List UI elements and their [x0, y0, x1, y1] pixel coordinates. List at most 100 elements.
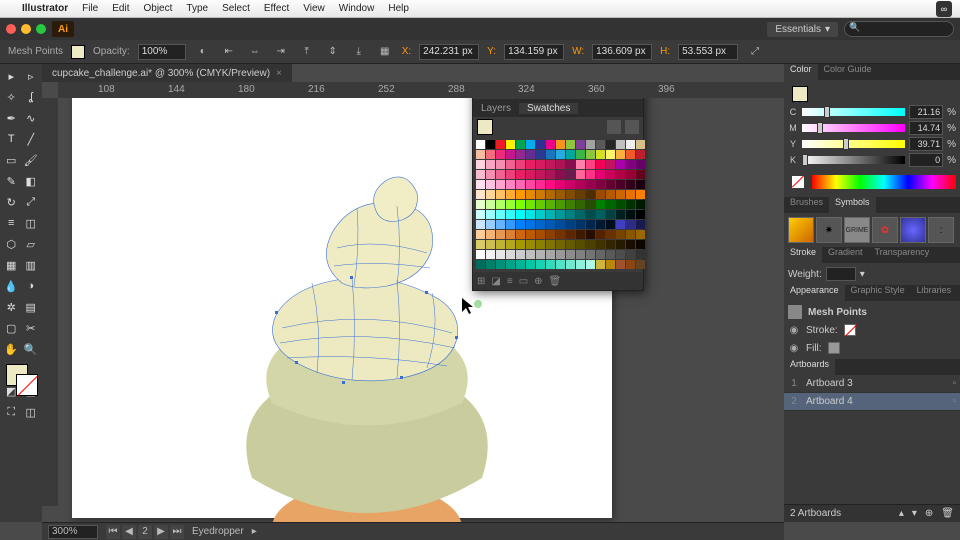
swatch-cell[interactable]: [556, 210, 565, 219]
swatch-cell[interactable]: [536, 230, 545, 239]
swatch-cell[interactable]: [516, 140, 525, 149]
swatch-cell[interactable]: [626, 150, 635, 159]
nav-page[interactable]: 2: [138, 525, 152, 539]
menu-window[interactable]: Window: [339, 3, 375, 14]
swatch-cell[interactable]: [586, 170, 595, 179]
nav-prev-icon[interactable]: ◀: [122, 525, 136, 539]
swatch-cell[interactable]: [536, 260, 545, 269]
swatch-cell[interactable]: [576, 240, 585, 249]
paintbrush-tool[interactable]: 🖌: [22, 150, 41, 170]
swatch-cell[interactable]: [606, 210, 615, 219]
menu-file[interactable]: File: [82, 3, 98, 14]
opacity-field[interactable]: 100%: [138, 44, 186, 60]
grid-view-icon[interactable]: [625, 120, 639, 134]
black-slider[interactable]: [802, 156, 905, 164]
swatch-cell[interactable]: [476, 210, 485, 219]
swatch-cell[interactable]: [586, 260, 595, 269]
swatch-cell[interactable]: [616, 150, 625, 159]
swatch-cell[interactable]: [626, 240, 635, 249]
reorder-up-icon[interactable]: ▴: [899, 508, 904, 519]
swatch-cell[interactable]: [536, 220, 545, 229]
swatch-cell[interactable]: [526, 260, 535, 269]
swatch-cell[interactable]: [536, 250, 545, 259]
swatch-cell[interactable]: [496, 220, 505, 229]
swatch-cell[interactable]: [626, 200, 635, 209]
swatch-cell[interactable]: [636, 240, 645, 249]
tab-gradient[interactable]: Gradient: [822, 247, 869, 263]
search-input[interactable]: [844, 21, 954, 37]
swatch-cell[interactable]: [546, 180, 555, 189]
swatch-cell[interactable]: [566, 170, 575, 179]
nav-first-icon[interactable]: ⏮: [106, 525, 120, 539]
w-field[interactable]: 136.609 px: [592, 44, 652, 60]
swatch-cell[interactable]: [566, 140, 575, 149]
swatch-cell[interactable]: [606, 230, 615, 239]
tab-transparency[interactable]: Transparency: [869, 247, 936, 263]
swatch-cell[interactable]: [506, 180, 515, 189]
swatch-cell[interactable]: [576, 170, 585, 179]
swatch-cell[interactable]: [586, 180, 595, 189]
nav-next-icon[interactable]: ▶: [154, 525, 168, 539]
swatch-cell[interactable]: [476, 200, 485, 209]
swatch-cell[interactable]: [636, 250, 645, 259]
swatch-cell[interactable]: [476, 220, 485, 229]
swatch-cell[interactable]: [596, 210, 605, 219]
tab-appearance[interactable]: Appearance: [784, 285, 845, 301]
swatch-cell[interactable]: [546, 170, 555, 179]
fill-swatch-appear[interactable]: [828, 342, 840, 354]
swatch-cell[interactable]: [576, 200, 585, 209]
swatch-cell[interactable]: [576, 210, 585, 219]
swatch-cell[interactable]: [616, 190, 625, 199]
cyan-value[interactable]: 21.16: [909, 105, 943, 119]
swatch-cell[interactable]: [606, 220, 615, 229]
swatch-cell[interactable]: [476, 240, 485, 249]
swatch-cell[interactable]: [486, 160, 495, 169]
swatch-cell[interactable]: [636, 170, 645, 179]
list-view-icon[interactable]: [607, 120, 621, 134]
swatch-cell[interactable]: [516, 170, 525, 179]
swatch-cell[interactable]: [476, 150, 485, 159]
swatch-cell[interactable]: [546, 220, 555, 229]
swatch-cell[interactable]: [566, 230, 575, 239]
swatch-cell[interactable]: [596, 180, 605, 189]
swatch-cell[interactable]: [486, 150, 495, 159]
swatch-cell[interactable]: [596, 160, 605, 169]
swatch-cell[interactable]: [596, 260, 605, 269]
swatch-cell[interactable]: [546, 210, 555, 219]
swatch-cell[interactable]: [486, 220, 495, 229]
swatch-cell[interactable]: [526, 180, 535, 189]
artboard-options-icon[interactable]: ▫: [952, 396, 956, 407]
swatch-cell[interactable]: [606, 140, 615, 149]
swatch-cell[interactable]: [536, 140, 545, 149]
menu-view[interactable]: View: [303, 3, 325, 14]
swatch-cell[interactable]: [536, 210, 545, 219]
tab-graphic-style[interactable]: Graphic Style: [845, 285, 911, 301]
swatches-panel[interactable]: × Layers Swatches ⊞ ◪: [472, 98, 644, 291]
shape-builder-tool[interactable]: ⬡: [2, 234, 21, 254]
swatch-cell[interactable]: [546, 200, 555, 209]
fill-box[interactable]: [792, 86, 808, 102]
swatch-cell[interactable]: [516, 260, 525, 269]
nav-last-icon[interactable]: ⏭: [170, 525, 184, 539]
swatch-cell[interactable]: [576, 260, 585, 269]
swatch-cell[interactable]: [606, 250, 615, 259]
swatch-libraries-icon[interactable]: ⊞: [477, 276, 485, 287]
magenta-value[interactable]: 14.74: [909, 121, 943, 135]
swatch-options-icon[interactable]: ≡: [507, 276, 513, 287]
swatch-cell[interactable]: [496, 200, 505, 209]
swatch-grid[interactable]: [473, 137, 643, 272]
symbol-6[interactable]: :: [928, 217, 954, 243]
black-value[interactable]: 0: [909, 153, 943, 167]
symbol-4[interactable]: ✿: [872, 217, 898, 243]
symbol-5[interactable]: [900, 217, 926, 243]
align-h-right-icon[interactable]: ⇥: [272, 43, 290, 61]
swatch-cell[interactable]: [586, 160, 595, 169]
tab-layers[interactable]: Layers: [473, 103, 519, 114]
swatch-cell[interactable]: [556, 180, 565, 189]
swatch-cell[interactable]: [486, 260, 495, 269]
swatch-cell[interactable]: [486, 250, 495, 259]
swatch-cell[interactable]: [506, 160, 515, 169]
swatch-cell[interactable]: [576, 140, 585, 149]
swatch-cell[interactable]: [626, 230, 635, 239]
swatch-cell[interactable]: [566, 150, 575, 159]
